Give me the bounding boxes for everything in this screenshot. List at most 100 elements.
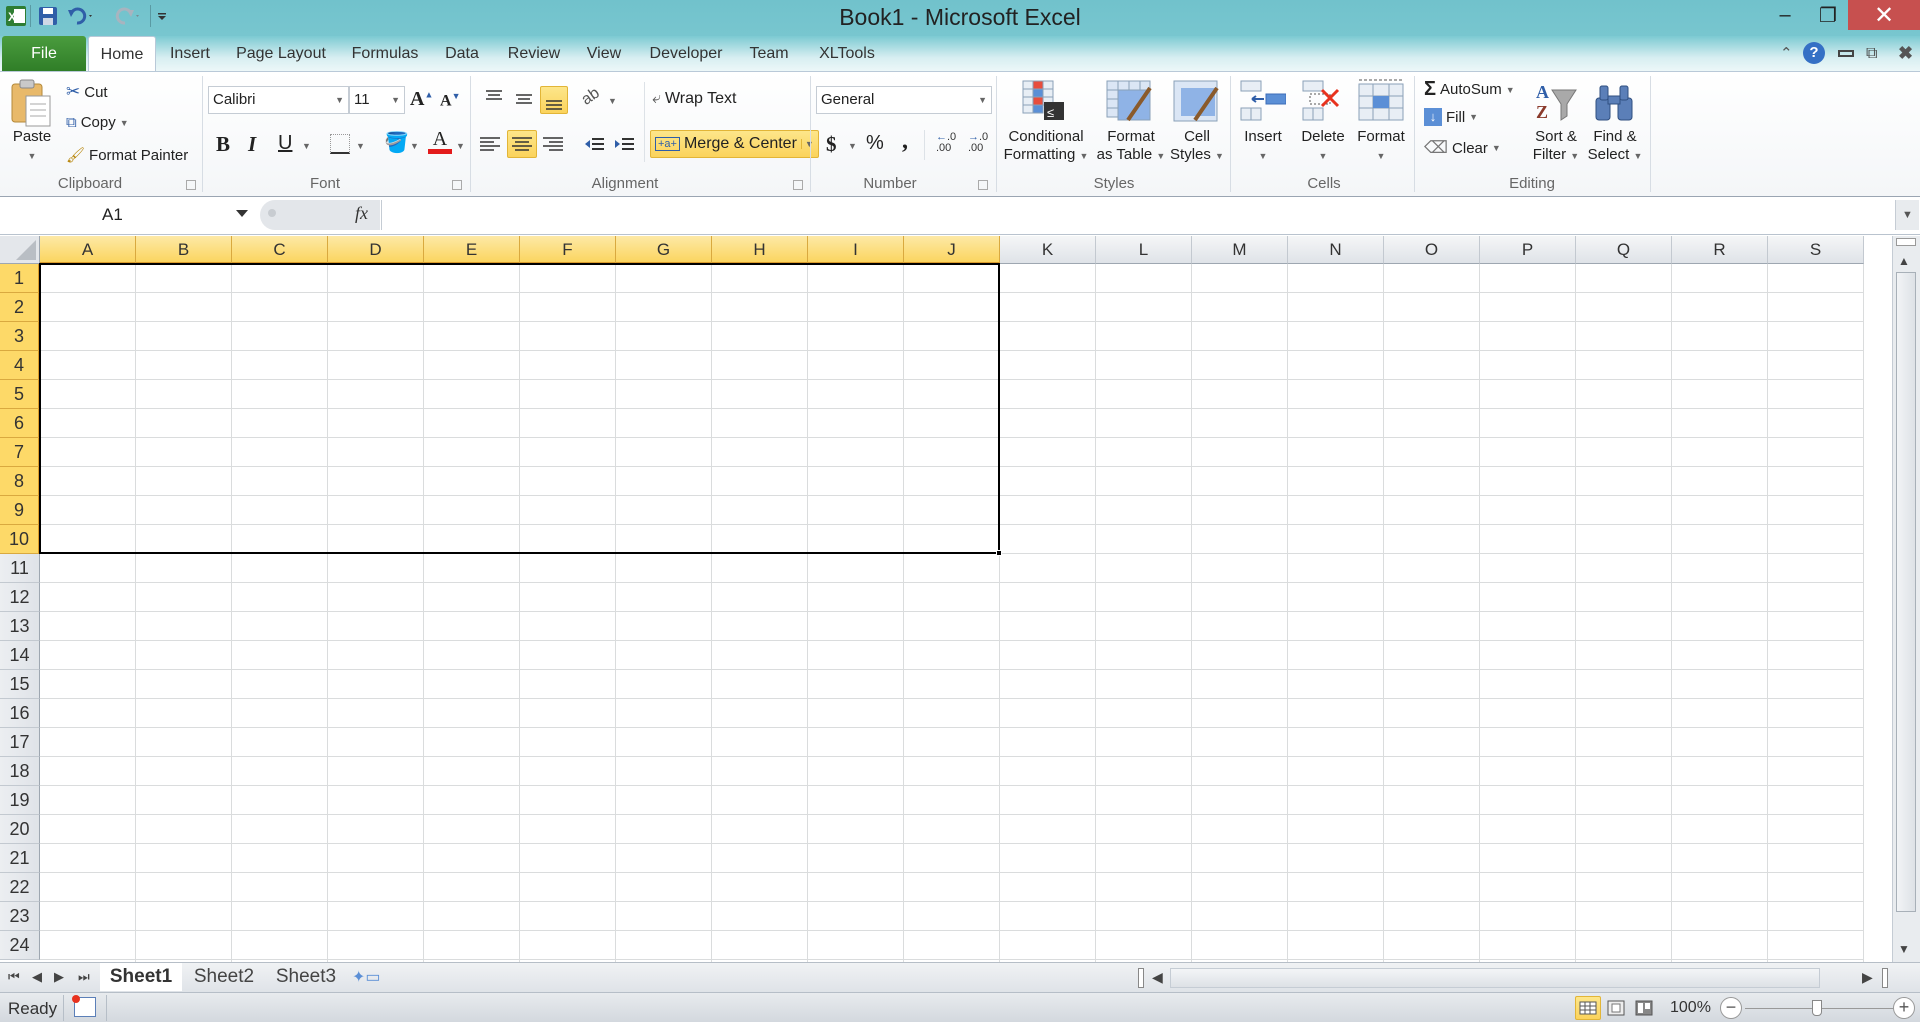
align-right-button[interactable] bbox=[539, 130, 567, 158]
align-center-button[interactable] bbox=[507, 130, 537, 158]
font-size-combo[interactable]: 11 ▼ bbox=[349, 86, 405, 114]
decrease-decimal-button[interactable]: →.0.00 bbox=[968, 132, 988, 154]
tab-view[interactable]: View bbox=[578, 36, 630, 72]
copy-button[interactable]: ⧉ Copy ▼ bbox=[66, 114, 129, 131]
insert-cells-button[interactable]: Insert ▼ bbox=[1236, 128, 1290, 165]
row-header-17[interactable]: 17 bbox=[0, 728, 40, 757]
bold-button[interactable]: B bbox=[216, 132, 230, 157]
worksheet-grid[interactable]: ABCDEFGHIJKLMNOPQRS 1 2 3 4 5 6 7 8 9 10 11 12 13 14 1… bbox=[0, 236, 1892, 962]
first-sheet-icon[interactable]: ⏮ bbox=[8, 969, 20, 985]
horizontal-scroll-thumb[interactable] bbox=[1171, 969, 1819, 987]
column-header-s[interactable]: S bbox=[1768, 236, 1864, 264]
horizontal-scrollbar[interactable] bbox=[1170, 968, 1820, 988]
tab-review[interactable]: Review bbox=[500, 36, 568, 72]
column-header-h[interactable]: H bbox=[712, 236, 808, 264]
row-header-1[interactable]: 1 bbox=[0, 264, 40, 293]
cut-button[interactable]: ✂ Cut bbox=[66, 82, 108, 102]
split-box[interactable] bbox=[1896, 238, 1916, 246]
row-header-18[interactable]: 18 bbox=[0, 757, 40, 786]
tab-split-handle[interactable] bbox=[1138, 968, 1144, 988]
orientation-icon[interactable]: ab bbox=[578, 85, 603, 110]
delete-cells-icon[interactable] bbox=[1302, 80, 1342, 128]
currency-dropdown[interactable]: ▼ bbox=[848, 141, 857, 151]
autosum-button[interactable]: Σ AutoSum ▼ bbox=[1424, 78, 1515, 101]
row-header-16[interactable]: 16 bbox=[0, 699, 40, 728]
format-cells-button[interactable]: Format ▼ bbox=[1352, 128, 1410, 165]
percent-button[interactable]: % bbox=[866, 132, 884, 155]
tab-file[interactable]: File bbox=[2, 36, 86, 72]
scroll-right-icon[interactable]: ▶ bbox=[1862, 969, 1873, 986]
row-header-8[interactable]: 8 bbox=[0, 467, 40, 496]
row-header-5[interactable]: 5 bbox=[0, 380, 40, 409]
next-sheet-icon[interactable]: ▶ bbox=[54, 969, 64, 985]
find-select-button[interactable]: Find & Select ▼ bbox=[1586, 128, 1644, 165]
grow-font-button[interactable]: A▲ bbox=[410, 88, 433, 111]
row-header-24[interactable]: 24 bbox=[0, 931, 40, 960]
format-painter-button[interactable]: 🖌 Format Painter bbox=[66, 146, 188, 165]
row-header-13[interactable]: 13 bbox=[0, 612, 40, 641]
column-header-a[interactable]: A bbox=[40, 236, 136, 264]
row-header-2[interactable]: 2 bbox=[0, 293, 40, 322]
scroll-left-icon[interactable]: ◀ bbox=[1152, 969, 1163, 986]
conditional-formatting-icon[interactable]: ≤ bbox=[1022, 80, 1066, 128]
last-sheet-icon[interactable]: ⏭ bbox=[78, 969, 90, 985]
tab-formulas[interactable]: Formulas bbox=[344, 36, 426, 72]
font-color-dropdown[interactable]: ▼ bbox=[456, 141, 465, 151]
column-header-i[interactable]: I bbox=[808, 236, 904, 264]
sheet-tab-sheet3[interactable]: Sheet3 bbox=[268, 963, 344, 991]
fill-color-icon[interactable]: 🪣 bbox=[384, 130, 409, 155]
row-header-4[interactable]: 4 bbox=[0, 351, 40, 380]
format-cells-icon[interactable] bbox=[1357, 78, 1405, 128]
column-header-m[interactable]: M bbox=[1192, 236, 1288, 264]
name-box[interactable]: A1 bbox=[2, 200, 257, 230]
italic-button[interactable]: I bbox=[248, 132, 256, 157]
column-header-g[interactable]: G bbox=[616, 236, 712, 264]
tab-insert[interactable]: Insert bbox=[162, 36, 218, 72]
format-as-table-icon[interactable] bbox=[1106, 80, 1152, 128]
row-header-10[interactable]: 10 bbox=[0, 525, 40, 554]
clear-button[interactable]: ⌫ Clear ▼ bbox=[1424, 138, 1501, 158]
fill-handle[interactable] bbox=[996, 550, 1002, 556]
decrease-indent-button[interactable] bbox=[582, 130, 608, 158]
insert-sheet-icon[interactable]: ✦▭ bbox=[352, 967, 381, 987]
row-header-22[interactable]: 22 bbox=[0, 873, 40, 902]
expand-formula-bar-icon[interactable]: ▼ bbox=[1895, 200, 1919, 230]
number-dialog-launcher[interactable] bbox=[978, 180, 988, 190]
binoculars-icon[interactable] bbox=[1592, 80, 1636, 128]
shrink-font-button[interactable]: A▼ bbox=[440, 91, 460, 110]
sort-filter-icon[interactable]: AZ bbox=[1534, 80, 1578, 128]
minimize-ribbon-icon[interactable]: ⌃ bbox=[1780, 44, 1793, 62]
row-header-6[interactable]: 6 bbox=[0, 409, 40, 438]
zoom-slider-thumb[interactable] bbox=[1812, 1000, 1822, 1016]
sort-filter-button[interactable]: Sort & Filter ▼ bbox=[1526, 128, 1586, 165]
orientation-dropdown[interactable]: ▼ bbox=[608, 96, 617, 106]
tab-home[interactable]: Home bbox=[88, 36, 156, 72]
cell-styles-button[interactable]: Cell Styles ▼ bbox=[1168, 128, 1226, 165]
tab-team[interactable]: Team bbox=[740, 36, 798, 72]
row-header-11[interactable]: 11 bbox=[0, 554, 40, 583]
close-button[interactable]: ✕ bbox=[1848, 0, 1920, 30]
row-header-12[interactable]: 12 bbox=[0, 583, 40, 612]
increase-indent-button[interactable] bbox=[612, 130, 638, 158]
zoom-in-button[interactable]: + bbox=[1893, 997, 1915, 1019]
vertical-split-handle[interactable] bbox=[1882, 968, 1888, 988]
workbook-close-icon[interactable]: ✖ bbox=[1898, 43, 1913, 64]
align-top-button[interactable] bbox=[480, 86, 508, 112]
underline-dropdown[interactable]: ▼ bbox=[302, 141, 311, 151]
page-layout-view-button[interactable] bbox=[1603, 996, 1629, 1020]
fill-color-dropdown[interactable]: ▼ bbox=[410, 141, 419, 151]
comma-button[interactable]: , bbox=[902, 128, 908, 155]
column-header-e[interactable]: E bbox=[424, 236, 520, 264]
restore-button[interactable]: ❐ bbox=[1803, 0, 1853, 30]
cell-styles-icon[interactable] bbox=[1173, 80, 1219, 128]
sheet-tab-sheet2[interactable]: Sheet2 bbox=[186, 963, 262, 991]
tab-page-layout[interactable]: Page Layout bbox=[228, 36, 334, 72]
increase-decimal-button[interactable]: ←.0.00 bbox=[936, 132, 956, 154]
conditional-formatting-button[interactable]: Conditional Formatting ▼ bbox=[1002, 128, 1090, 165]
currency-button[interactable]: $ bbox=[826, 132, 837, 157]
borders-icon[interactable] bbox=[330, 134, 350, 154]
underline-button[interactable]: U bbox=[278, 132, 292, 155]
zoom-level[interactable]: 100% bbox=[1670, 999, 1711, 1017]
formula-input[interactable] bbox=[381, 200, 1895, 230]
delete-cells-button[interactable]: Delete ▼ bbox=[1294, 128, 1352, 165]
